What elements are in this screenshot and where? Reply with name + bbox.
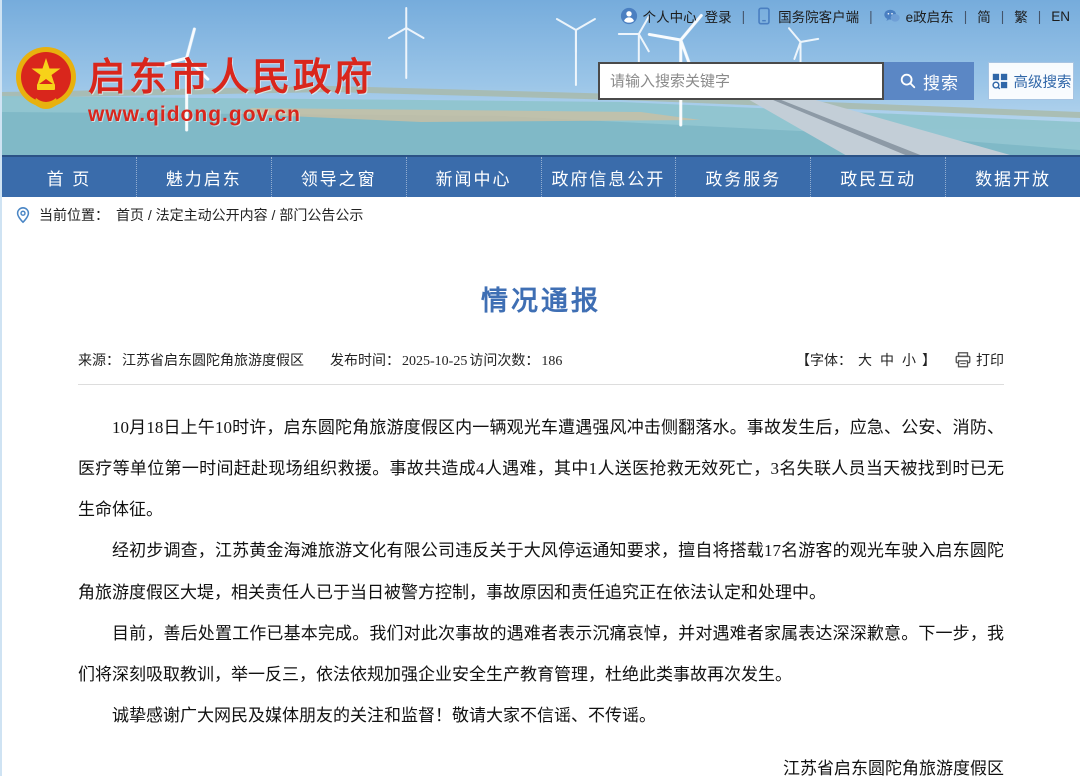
site-title-block: 启东市人民政府 www.qidong.gov.cn	[88, 46, 375, 127]
font-size-open: 【字体：	[796, 354, 852, 369]
breadcrumb-label: 当前位置：	[39, 207, 109, 223]
lang-traditional-link[interactable]: 繁	[1014, 6, 1028, 26]
article: 情况通报 来源： 江苏省启东圆陀角旅游度假区 发布时间： 2025-10-25 访问次数…	[2, 279, 1080, 776]
article-paragraph: 目前，善后处置工作已基本完成。我们对此次事故的遇难者表示沉痛哀悼，并对遇难者家属…	[78, 623, 1004, 684]
nav-item-gov-info-disclosure[interactable]: 政府信息公开	[542, 157, 677, 197]
article-signature-block: 江苏省启东圆陀角旅游度假区 2025年10月25日	[78, 748, 1004, 776]
topbar-separator: |	[963, 8, 968, 24]
top-utility-bar: 个人中心 登录 | 国务院客户端 | e政启东 | 简 | 繁 | EN	[620, 6, 1070, 26]
topbar-separator: |	[1000, 8, 1005, 24]
source-value: 江苏省启东圆陀角旅游度假区	[122, 354, 304, 369]
user-center-link[interactable]: 个人中心	[620, 6, 697, 26]
publish-date: 2025-10-25	[402, 354, 468, 369]
font-size-close: 】	[922, 354, 936, 369]
article-paragraph: 经初步调查，江苏黄金海滩旅游文化有限公司违反关于大风停运通知要求，擅自将搭载17…	[78, 541, 1004, 602]
meta-divider	[78, 384, 1004, 385]
lang-simplified-label: 简	[977, 10, 991, 25]
lang-english-link[interactable]: EN	[1051, 9, 1070, 24]
user-icon	[620, 7, 638, 25]
printer-icon	[954, 351, 972, 369]
nav-item-leadership[interactable]: 领导之窗	[272, 157, 407, 197]
article-meta: 来源： 江苏省启东圆陀角旅游度假区 发布时间： 2025-10-25 访问次数： 186 …	[78, 350, 1004, 370]
advanced-search-label: 高级搜索	[1013, 74, 1072, 91]
advanced-search-grid-icon	[991, 72, 1009, 90]
font-size-medium-button[interactable]: 中	[878, 350, 896, 370]
search-input[interactable]	[598, 62, 884, 100]
search-button[interactable]: 搜索	[884, 62, 974, 100]
source-label: 来源：	[78, 354, 120, 369]
nav-item-open-data[interactable]: 数据开放	[946, 157, 1080, 197]
article-body: 10月18日上午10时许，启东圆陀角旅游度假区内一辆观光车遭遇强风冲击侧翻落水。…	[78, 407, 1004, 736]
breadcrumb-path[interactable]: 首页 / 法定主动公开内容 / 部门公告公示	[116, 205, 363, 225]
print-label: 打印	[976, 354, 1004, 369]
nav-item-home[interactable]: 首 页	[2, 157, 137, 197]
gov-client-link[interactable]: 国务院客户端	[755, 6, 859, 26]
search-area: 搜索 高级搜索	[598, 62, 1074, 100]
location-pin-icon	[14, 206, 32, 224]
publish-label: 发布时间：	[330, 354, 400, 369]
breadcrumb: 当前位置： 首页 / 法定主动公开内容 / 部门公告公示	[2, 197, 1080, 233]
topbar-separator: |	[1037, 8, 1042, 24]
search-button-label: 搜索	[923, 73, 959, 93]
page: 个人中心 登录 | 国务院客户端 | e政启东 | 简 | 繁 | EN 启东市…	[0, 0, 1080, 776]
national-emblem-logo	[12, 44, 80, 116]
egov-label: e政启东	[905, 10, 954, 25]
topbar-separator: |	[741, 8, 746, 24]
lang-english-label: EN	[1051, 8, 1070, 24]
visits-count: 186	[541, 354, 563, 369]
egov-link[interactable]: e政启东	[883, 6, 954, 26]
mobile-client-icon	[755, 7, 773, 25]
site-url: www.qidong.gov.cn	[88, 103, 301, 126]
nav-item-news-center[interactable]: 新闻中心	[407, 157, 542, 197]
nav-item-charm-qidong[interactable]: 魅力启东	[137, 157, 272, 197]
article-title: 情况通报	[481, 286, 601, 316]
gov-client-label: 国务院客户端	[778, 10, 860, 25]
login-label: 登录	[704, 10, 732, 25]
article-paragraph: 10月18日上午10时许，启东圆陀角旅游度假区内一辆观光车遭遇强风冲击侧翻落水。…	[78, 418, 1004, 520]
site-name[interactable]: 启东市人民政府	[88, 46, 375, 101]
main-nav: 首 页 魅力启东 领导之窗 新闻中心 政府信息公开 政务服务 政民互动 数据开放	[2, 155, 1080, 197]
font-size-large-button[interactable]: 大	[856, 350, 874, 370]
user-center-label: 个人中心	[642, 10, 697, 25]
header-banner: 个人中心 登录 | 国务院客户端 | e政启东 | 简 | 繁 | EN 启东市…	[2, 0, 1080, 155]
signature-org: 江苏省启东圆陀角旅游度假区	[783, 759, 1004, 776]
wechat-icon	[883, 7, 901, 25]
article-meta-right: 【字体： 大 中 小 】 打印	[796, 350, 1004, 370]
article-paragraph: 诚挚感谢广大网民及媒体朋友的关注和监督！敬请大家不信谣、不传谣。	[112, 705, 656, 725]
lang-traditional-label: 繁	[1014, 10, 1028, 25]
print-button[interactable]: 打印	[954, 350, 1004, 370]
font-size-small-button[interactable]: 小	[900, 350, 918, 370]
nav-item-gov-services[interactable]: 政务服务	[676, 157, 812, 197]
login-link[interactable]: 登录	[705, 6, 732, 26]
search-icon	[899, 72, 917, 90]
article-meta-left: 来源： 江苏省启东圆陀角旅游度假区 发布时间： 2025-10-25 访问次数： 186	[78, 350, 564, 370]
advanced-search-button[interactable]: 高级搜索	[988, 62, 1074, 100]
nav-item-public-interaction[interactable]: 政民互动	[811, 157, 947, 197]
visits-label: 访问次数：	[469, 354, 540, 369]
topbar-separator: |	[869, 8, 873, 24]
lang-simplified-link[interactable]: 简	[977, 6, 991, 26]
